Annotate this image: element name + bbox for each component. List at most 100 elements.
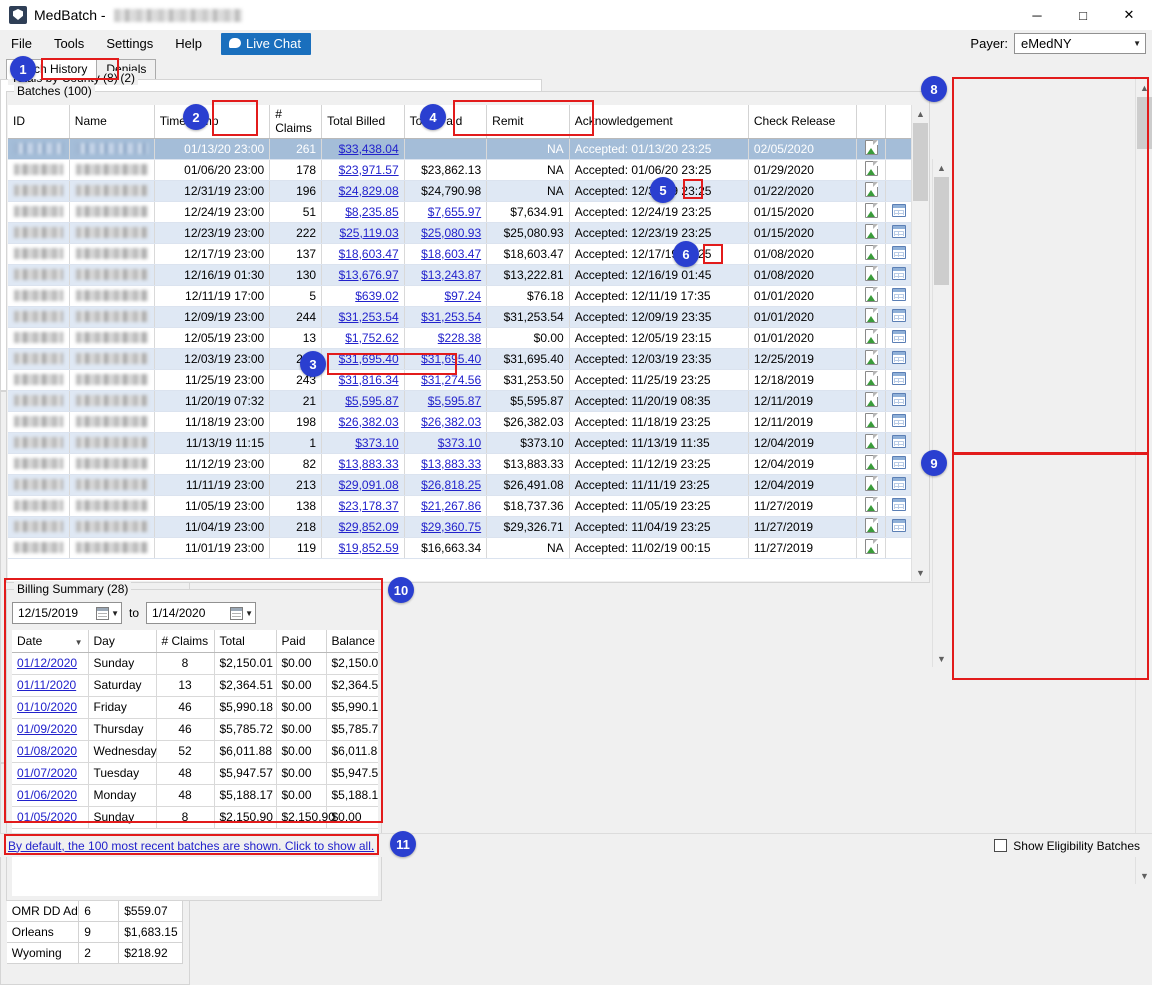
total-paid-link[interactable]: $25,080.93 [421,226,481,240]
table-icon[interactable] [892,288,906,301]
document-icon[interactable] [865,203,878,218]
document-icon[interactable] [865,455,878,470]
document-icon[interactable] [865,245,878,260]
table-row[interactable]: 12/23/19 23:00222$25,119.03$25,080.93$25… [8,222,914,243]
scroll-thumb[interactable] [1137,97,1152,149]
menu-tools[interactable]: Tools [43,33,95,54]
total-paid-link[interactable]: $31,274.56 [421,373,481,387]
document-icon[interactable] [865,140,878,155]
total-billed-link[interactable]: $8,235.85 [345,205,398,219]
scroll-thumb[interactable] [913,123,928,201]
date-from-input[interactable]: 12/15/2019 ▼ [12,602,122,624]
table-row[interactable]: 11/13/19 11:151$373.10$373.10$373.10Acce… [8,432,914,453]
col-day[interactable]: Day [88,630,156,652]
total-billed-link[interactable]: $33,438.04 [339,142,399,156]
maximize-button[interactable]: □ [1060,0,1106,30]
table-icon[interactable] [892,435,906,448]
total-billed-link[interactable]: $29,091.08 [339,478,399,492]
total-billed-link[interactable]: $13,883.33 [339,457,399,471]
total-paid-link[interactable]: $29,360.75 [421,520,481,534]
table-row[interactable]: 11/20/19 07:3221$5,595.87$5,595.87$5,595… [8,390,914,411]
document-icon[interactable] [865,518,878,533]
menu-settings[interactable]: Settings [95,33,164,54]
document-icon[interactable] [865,161,878,176]
table-row[interactable]: 12/31/19 23:00196$24,829.08$24,790.98NAA… [8,180,914,201]
document-icon[interactable] [865,539,878,554]
close-button[interactable]: ✕ [1106,0,1152,30]
table-row[interactable]: 12/11/19 17:005$639.02$97.24$76.18Accept… [8,285,914,306]
table-row[interactable]: 11/11/19 23:00213$29,091.08$26,818.25$26… [8,474,914,495]
billing-date-link[interactable]: 01/05/2020 [17,810,77,824]
total-paid-link[interactable]: $7,655.97 [428,205,481,219]
scroll-thumb[interactable] [934,177,949,285]
show-all-batches-link[interactable]: By default, the 100 most recent batches … [8,839,374,853]
table-row[interactable]: 11/05/19 23:00138$23,178.37$21,267.86$18… [8,495,914,516]
table-row[interactable]: 01/10/2020Friday46$5,990.18$0.00$5,990.1… [12,696,378,718]
menu-file[interactable]: File [0,33,43,54]
total-billed-link[interactable]: $31,695.40 [339,352,399,366]
total-paid-link[interactable]: $5,595.87 [428,394,481,408]
col-check-release[interactable]: Check Release [748,105,856,138]
minimize-button[interactable]: ─ [1014,0,1060,30]
billing-date-link[interactable]: 01/07/2020 [17,766,77,780]
document-icon[interactable] [865,308,878,323]
table-icon[interactable] [892,330,906,343]
document-icon[interactable] [865,182,878,197]
table-row[interactable]: 01/05/2020Sunday8$2,150.90$2,150.90$0.00 [12,806,378,828]
col-bs-claims[interactable]: # Claims [156,630,214,652]
table-icon[interactable] [892,372,906,385]
document-icon[interactable] [865,371,878,386]
date-to-input[interactable]: 1/14/2020 ▼ [146,602,256,624]
total-billed-link[interactable]: $13,676.97 [339,268,399,282]
table-icon[interactable] [892,204,906,217]
total-billed-link[interactable]: $26,382.03 [339,415,399,429]
table-icon[interactable] [892,456,906,469]
total-paid-link[interactable]: $26,818.25 [421,478,481,492]
total-billed-link[interactable]: $23,971.57 [339,163,399,177]
table-row[interactable]: 01/06/2020Monday48$5,188.17$0.00$5,188.1… [12,784,378,806]
table-row[interactable]: 01/12/2020Sunday8$2,150.01$0.00$2,150.01 [12,652,378,674]
total-paid-link[interactable]: $228.38 [438,331,481,345]
scroll-down-arrow[interactable]: ▼ [933,650,950,667]
total-billed-link[interactable]: $24,829.08 [339,184,399,198]
col-bs-balance[interactable]: Balance [326,630,378,652]
table-icon[interactable] [892,519,906,532]
document-icon[interactable] [865,266,878,281]
table-row[interactable]: 12/17/19 23:00137$18,603.47$18,603.47$18… [8,243,914,264]
table-row[interactable]: 11/04/19 23:00218$29,852.09$29,360.75$29… [8,516,914,537]
total-billed-link[interactable]: $639.02 [355,289,398,303]
total-billed-link[interactable]: $29,852.09 [339,520,399,534]
col-total-paid[interactable]: Total Paid [404,105,487,138]
total-paid-link[interactable]: $97.24 [444,289,481,303]
total-billed-link[interactable]: $23,178.37 [339,499,399,513]
detail-scrollbar[interactable]: ▲ ▼ [1135,79,1152,884]
scroll-up-arrow[interactable]: ▲ [1136,79,1152,96]
total-billed-link[interactable]: $373.10 [355,436,398,450]
table-row[interactable]: Orleans9$1,683.15 [7,921,183,942]
col-bs-total[interactable]: Total [214,630,276,652]
total-paid-link[interactable]: $31,253.54 [421,310,481,324]
billing-date-link[interactable]: 01/12/2020 [17,656,77,670]
table-row[interactable]: 01/11/2020Saturday13$2,364.51$0.00$2,364… [12,674,378,696]
payer-dropdown[interactable]: eMedNY ▼ [1014,33,1146,54]
col-date[interactable]: Date▼ [12,630,88,652]
table-icon[interactable] [892,267,906,280]
total-billed-link[interactable]: $25,119.03 [339,226,398,240]
billing-date-link[interactable]: 01/08/2020 [17,744,77,758]
total-billed-link[interactable]: $31,253.54 [339,310,399,324]
total-paid-link[interactable]: $31,695.40 [421,352,481,366]
table-icon[interactable] [892,393,906,406]
live-chat-button[interactable]: Live Chat [221,33,311,55]
document-icon[interactable] [865,413,878,428]
document-icon[interactable] [865,329,878,344]
menu-help[interactable]: Help [164,33,213,54]
total-billed-link[interactable]: $5,595.87 [345,394,398,408]
document-icon[interactable] [865,350,878,365]
total-billed-link[interactable]: $1,752.62 [345,331,398,345]
total-paid-link[interactable]: $21,267.86 [421,499,481,513]
col-id[interactable]: ID [8,105,69,138]
batches-scrollbar[interactable]: ▲ ▼ [911,105,928,581]
table-icon[interactable] [892,225,906,238]
billing-date-link[interactable]: 01/11/2020 [17,678,76,692]
table-row[interactable]: Wyoming2$218.92 [7,942,183,963]
